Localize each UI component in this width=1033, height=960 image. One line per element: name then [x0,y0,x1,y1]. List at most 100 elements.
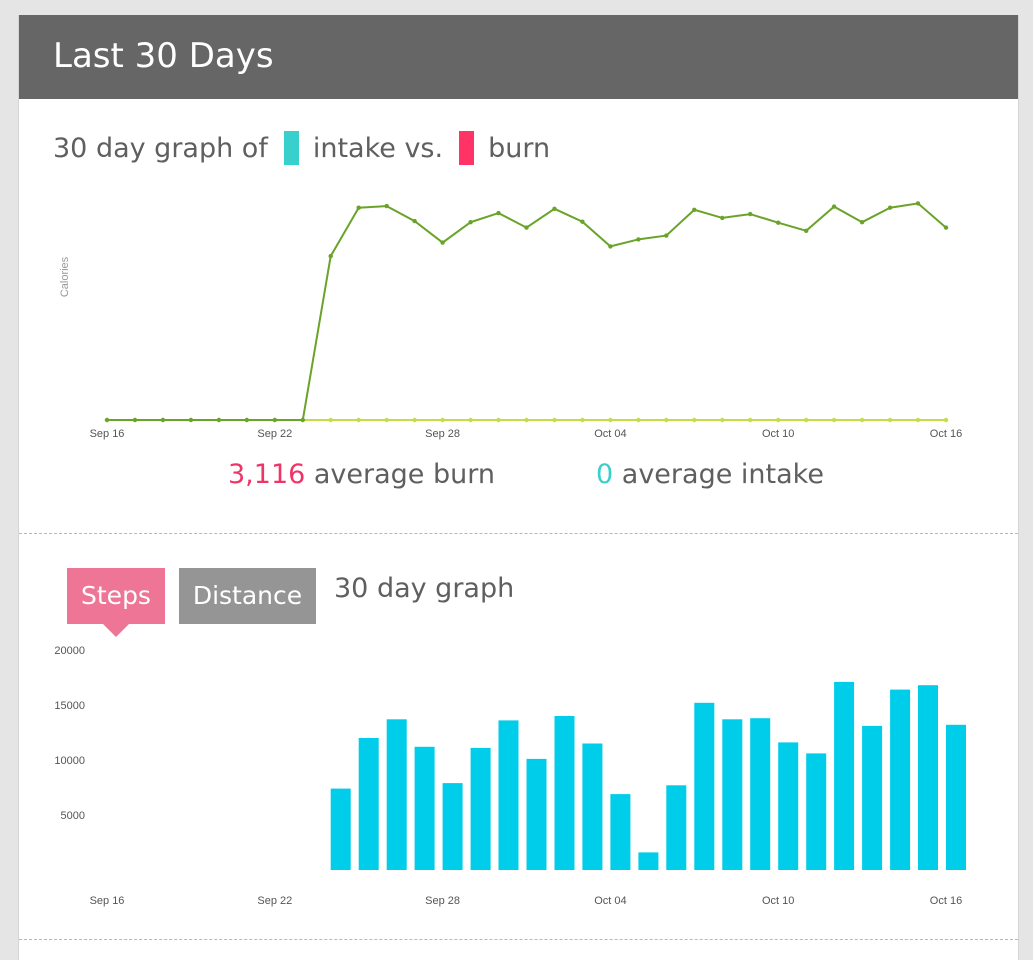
steps-bar [498,720,519,870]
intake-point [440,417,445,423]
burn-point [188,417,194,423]
x-tick-label: Sep 28 [425,428,460,440]
section-divider [19,533,1018,534]
steps-tab[interactable]: Steps [67,568,165,637]
y-tick-label: 10000 [54,755,85,767]
steps-bar [834,681,855,870]
calories-graph-heading: 30 day graph of intake vs. burn [53,128,550,168]
burn-series-line [107,202,947,421]
calories-axis-label: Calories [59,256,71,297]
steps-bar [694,702,715,870]
average-burn: 3,116 average burn [228,459,495,490]
steps-bar [554,716,575,870]
burn-point [720,215,725,221]
burn-point [859,220,865,225]
burn-point [440,240,445,245]
steps-bar [918,685,938,870]
calories-line-chart: Calories Sep 16 Sep 22 Sep 28 Oct 04 Oct 10 Oc… [59,201,962,440]
x-tick-label: Sep 28 [425,895,460,907]
intake-point [720,417,725,423]
burn-point [244,417,249,423]
calories-heading-prefix: 30 day graph of [53,132,268,164]
burn-point [776,220,781,225]
burn-point [887,205,893,210]
intake-point [328,417,333,423]
panel-header: Last 30 Days [19,15,1018,99]
average-intake: 0 average intake [596,459,824,490]
steps-bar [442,783,463,870]
steps-bar [610,794,631,870]
burn-swatch-icon [459,131,475,165]
intake-point [776,417,781,423]
burn-point [356,205,361,210]
y-tick-label: 20000 [54,645,85,657]
burn-point [915,201,921,206]
burn-point [524,225,529,230]
burn-point [580,219,585,224]
steps-graph-heading: 30 day graph [334,573,515,604]
intake-point [468,417,473,423]
x-tick-label: Oct 10 [762,895,794,907]
steps-bar [330,788,351,870]
burn-point [104,417,110,423]
burn-point [272,417,277,423]
steps-bar [862,725,883,870]
steps-bar [750,718,771,870]
steps-bar [946,724,966,870]
burn-point [300,417,305,423]
intake-point [524,417,529,423]
burn-point [468,220,473,225]
intake-point [636,417,641,423]
last-30-days-panel: Last 30 Days 30 day graph of intake vs. … [18,15,1019,960]
steps-bar [386,719,407,870]
x-tick-label: Sep 16 [90,895,125,907]
intake-point [831,417,837,423]
intake-point [915,417,921,423]
burn-point [384,203,389,209]
steps-bar [638,852,659,870]
burn-point [412,218,417,224]
burn-point [216,417,222,423]
distance-tab[interactable]: Distance [179,568,316,624]
x-tick-label: Oct 16 [930,428,962,440]
burn-point [160,417,166,423]
calorie-averages: 3,116 average burn 0 average intake [19,455,1018,495]
intake-point [887,417,893,423]
burn-legend-label: burn [488,132,551,164]
steps-bar [470,747,491,870]
x-tick-label: Oct 04 [594,895,626,907]
intake-point [943,417,949,423]
burn-point [132,417,138,423]
y-tick-label: 5000 [61,810,85,822]
burn-point [831,204,837,209]
intake-legend-label: intake vs. [312,132,444,164]
burn-point [608,244,613,249]
steps-bar [526,758,547,870]
steps-bar [414,746,435,870]
steps-bar [806,753,827,870]
average-intake-value: 0 [596,459,614,490]
burn-point [804,228,809,233]
burn-point [692,207,697,212]
average-burn-value: 3,116 [228,459,306,490]
intake-point [552,417,557,423]
x-tick-label: Oct 16 [930,895,962,907]
intake-swatch-icon [283,131,299,165]
steps-bar [666,785,687,870]
steps-bar [358,738,379,870]
burn-point [943,225,949,230]
average-burn-label: average burn [313,459,495,490]
section-divider-bottom [19,939,1018,940]
intake-point [496,417,501,423]
steps-bar [890,689,911,870]
burn-point [328,253,333,259]
intake-point [384,417,389,423]
steps-bar [778,742,799,870]
average-intake-label: average intake [621,459,824,490]
x-tick-label: Sep 16 [90,428,125,440]
intake-point [608,417,613,423]
burn-point [636,237,641,242]
intake-point [580,417,585,423]
intake-point [356,417,361,423]
y-tick-label: 15000 [54,700,85,712]
